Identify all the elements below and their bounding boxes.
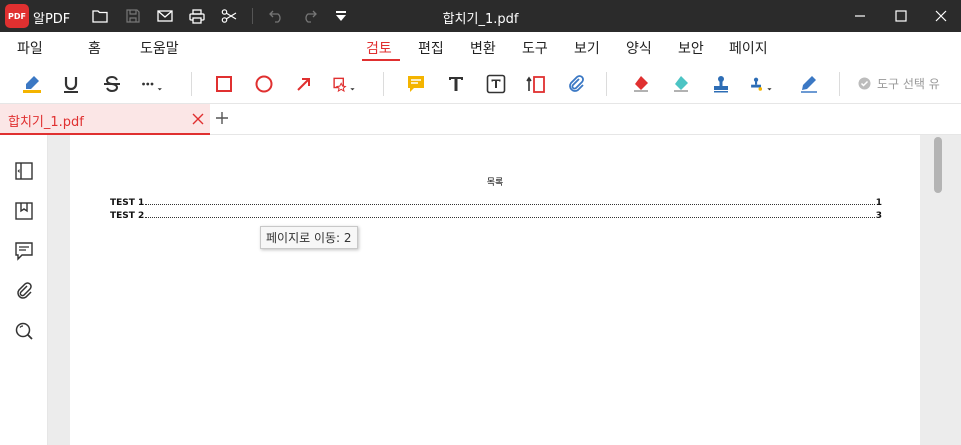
close-tab-icon[interactable] <box>190 111 206 127</box>
pdf-page[interactable]: 목록 TEST 1 1 TEST 2 3 페이지로 이동: 2 <box>70 135 920 445</box>
toc-leader-dots <box>145 217 875 218</box>
bookmark-panel-icon[interactable] <box>14 201 34 221</box>
new-tab-icon[interactable] <box>214 110 230 126</box>
scissors-icon[interactable] <box>219 6 239 26</box>
menu-edit[interactable]: 편집 <box>418 38 444 58</box>
left-side-panel <box>0 135 48 445</box>
toc-entry-page: 1 <box>875 198 882 208</box>
keep-tool-selected-toggle[interactable]: 도구 선택 유 <box>858 75 940 92</box>
app-logo: PDF <box>5 4 29 28</box>
highlight-pen-icon[interactable] <box>20 72 44 96</box>
menu-help[interactable]: 도움말 <box>140 38 179 58</box>
menu-convert[interactable]: 변환 <box>470 38 496 58</box>
close-window-button[interactable] <box>921 0 961 32</box>
title-bar: PDF 알PDF 합치기_1.pdf <box>0 0 961 32</box>
thumbnails-panel-icon[interactable] <box>14 161 34 181</box>
menu-file[interactable]: 파일 <box>17 38 43 58</box>
sticky-note-icon[interactable] <box>404 72 428 96</box>
menu-forms[interactable]: 양식 <box>626 38 652 58</box>
save-icon[interactable] <box>123 6 143 26</box>
minimize-button[interactable] <box>840 0 880 32</box>
custom-stamp-dropdown-icon[interactable] <box>749 72 773 96</box>
quick-access-dropdown-icon[interactable] <box>331 6 351 26</box>
comments-panel-icon[interactable] <box>14 241 34 261</box>
toolbar-separator <box>191 72 192 96</box>
menu-tools[interactable]: 도구 <box>522 38 548 58</box>
red-eraser-icon[interactable] <box>629 72 653 96</box>
toc-leader-dots <box>145 204 875 205</box>
rectangle-icon[interactable] <box>212 72 236 96</box>
attachment-icon[interactable] <box>564 72 588 96</box>
arrow-icon[interactable] <box>292 72 316 96</box>
mail-icon[interactable] <box>155 6 175 26</box>
toc-entry-title: TEST 2 <box>110 211 145 221</box>
check-circle-icon <box>858 77 871 90</box>
menu-view[interactable]: 보기 <box>574 38 600 58</box>
document-viewer: 목록 TEST 1 1 TEST 2 3 페이지로 이동: 2 <box>48 135 961 445</box>
search-panel-icon[interactable] <box>14 321 34 341</box>
toc-entry-title: TEST 1 <box>110 198 145 208</box>
review-toolbar: 도구 선택 유 <box>0 64 961 104</box>
text-box-icon[interactable] <box>484 72 508 96</box>
toolbar-separator <box>606 72 607 96</box>
maximize-button[interactable] <box>881 0 921 32</box>
text-icon[interactable] <box>444 72 468 96</box>
more-markup-icon[interactable] <box>140 72 164 96</box>
strikethrough-icon[interactable] <box>100 72 124 96</box>
toc-title: 목록 <box>486 178 504 188</box>
menu-home[interactable]: 홈 <box>88 38 101 58</box>
menu-pages[interactable]: 페이지 <box>729 38 768 58</box>
link-tooltip: 페이지로 이동: 2 <box>260 226 358 249</box>
toolbar-separator <box>383 72 384 96</box>
active-menu-indicator <box>362 59 400 61</box>
underline-icon[interactable] <box>59 72 83 96</box>
document-tab-label: 합치기_1.pdf <box>8 115 84 130</box>
stamp-icon[interactable] <box>709 72 733 96</box>
menu-review[interactable]: 검토 <box>366 38 392 58</box>
menu-bar: 파일 홈 도움말 검토 편집 변환 도구 보기 양식 보안 페이지 <box>0 32 961 64</box>
signature-pen-icon[interactable] <box>797 72 821 96</box>
callout-icon[interactable] <box>524 72 548 96</box>
window-title: 합치기_1.pdf <box>442 12 519 27</box>
document-tab[interactable]: 합치기_1.pdf <box>0 104 210 135</box>
attachments-panel-icon[interactable] <box>14 281 34 301</box>
undo-icon[interactable] <box>267 6 287 26</box>
toolbar-separator <box>839 72 840 96</box>
menu-security[interactable]: 보안 <box>678 38 704 58</box>
toc-entry-page: 3 <box>875 211 882 221</box>
shape-dropdown-icon[interactable] <box>332 72 356 96</box>
keep-tool-selected-label: 도구 선택 유 <box>877 77 940 91</box>
circle-icon[interactable] <box>252 72 276 96</box>
document-tab-bar: 합치기_1.pdf <box>0 104 961 135</box>
vertical-scrollbar-thumb[interactable] <box>934 137 942 193</box>
redo-icon[interactable] <box>299 6 319 26</box>
toc-entry[interactable]: TEST 2 3 <box>110 209 882 221</box>
open-folder-icon[interactable] <box>90 6 110 26</box>
print-icon[interactable] <box>187 6 207 26</box>
marker-eraser-icon[interactable] <box>669 72 693 96</box>
app-name: 알PDF <box>33 12 71 27</box>
titlebar-separator <box>252 8 253 24</box>
toc-entry[interactable]: TEST 1 1 <box>110 196 882 208</box>
